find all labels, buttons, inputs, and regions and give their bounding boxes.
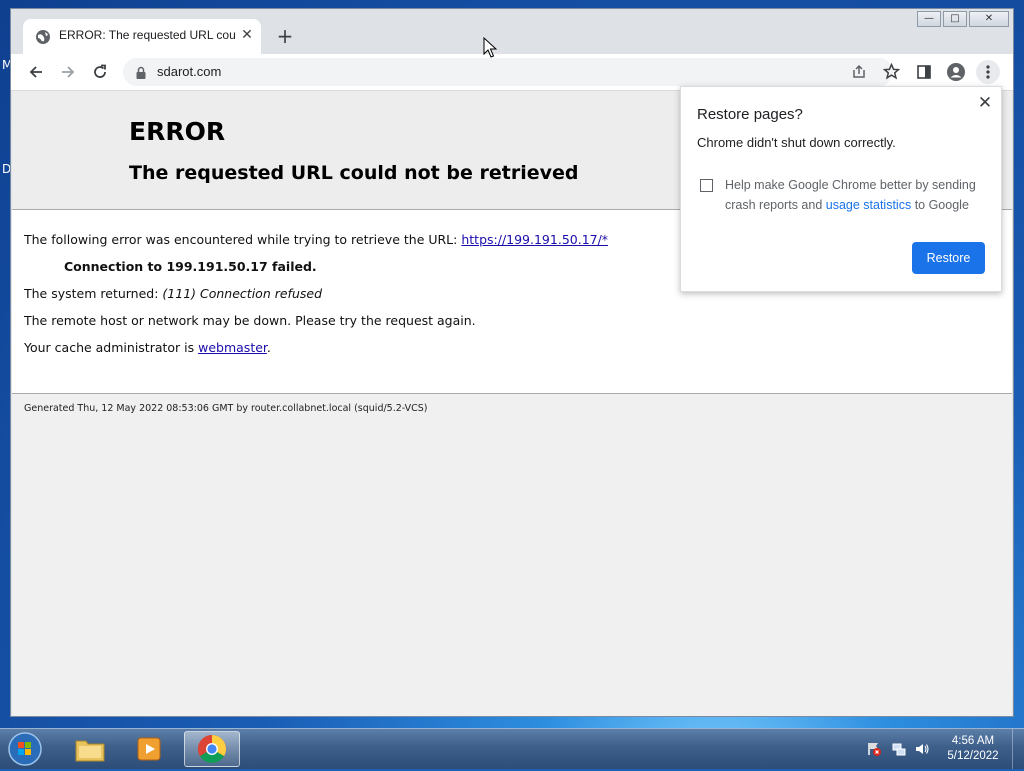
profile-button[interactable] [944, 60, 968, 84]
connection-failed-text: Connection to 199.191.50.17 failed. [64, 259, 317, 274]
dialog-message: Chrome didn't shut down correctly. [697, 135, 896, 150]
system-returned-value: (111) Connection refused [162, 286, 322, 301]
arrow-right-icon [62, 66, 75, 78]
reload-icon [94, 64, 106, 78]
cache-admin-line: Your cache administrator is webmaster. [24, 340, 271, 355]
cache-admin-prefix: Your cache administrator is [24, 340, 199, 355]
maximize-button[interactable]: □ [943, 11, 967, 27]
tab-close-icon[interactable]: ✕ [239, 27, 255, 43]
system-returned-label: The system returned: [24, 286, 163, 301]
chrome-icon [198, 735, 226, 763]
page-subtitle: The requested URL could not be retrieved [129, 162, 579, 184]
lock-icon[interactable] [135, 65, 147, 84]
show-desktop-button[interactable] [1012, 729, 1024, 769]
cache-admin-suffix: . [266, 340, 271, 355]
tab-title: ERROR: The requested URL could not be re… [59, 28, 235, 42]
network-icon[interactable] [891, 741, 907, 757]
taskbar-explorer[interactable] [62, 731, 118, 767]
crash-report-checkbox[interactable] [700, 179, 713, 192]
system-returned-line: The system returned: (111) Connection re… [24, 286, 322, 301]
clock-date: 5/12/2022 [947, 750, 999, 762]
tab-strip: ERROR: The requested URL could not be re… [11, 9, 1013, 55]
media-player-icon [137, 737, 161, 761]
minimize-button[interactable]: — [917, 11, 941, 27]
page-footer: Generated Thu, 12 May 2022 08:53:06 GMT … [24, 403, 428, 414]
help-text-2: to Google [911, 198, 969, 212]
back-button[interactable] [24, 60, 48, 84]
usage-statistics-link[interactable]: usage statistics [826, 198, 911, 212]
crash-report-label: Help make Google Chrome better by sendin… [725, 175, 985, 215]
windows-logo-icon [8, 732, 42, 766]
dialog-title: Restore pages? [697, 106, 803, 123]
star-icon[interactable] [882, 62, 901, 84]
menu-button[interactable] [976, 60, 1000, 84]
close-window-button[interactable]: ✕ [969, 11, 1009, 27]
folder-icon [75, 740, 105, 762]
restore-button[interactable]: Restore [912, 242, 985, 274]
url-text: sdarot.com [157, 64, 222, 79]
clock-time: 4:56 AM [951, 735, 995, 747]
error-url-link[interactable]: https://199.191.50.17/* [461, 232, 608, 247]
dialog-close-icon[interactable]: ✕ [975, 93, 995, 113]
forward-button[interactable] [56, 60, 80, 84]
volume-icon[interactable] [914, 741, 930, 757]
restore-pages-dialog: Restore pages? ✕ Chrome didn't shut down… [680, 86, 1002, 292]
side-panel-icon [917, 65, 931, 79]
page-title: ERROR [129, 117, 226, 146]
reload-button[interactable] [88, 60, 112, 84]
error-url-prefix: The following error was encountered whil… [24, 232, 462, 247]
side-panel-button[interactable] [912, 60, 936, 84]
tab-active[interactable]: ERROR: The requested URL could not be re… [23, 19, 261, 55]
minimize-icon: — [924, 13, 934, 24]
start-button[interactable] [6, 731, 44, 767]
share-icon[interactable] [851, 64, 867, 84]
kebab-menu-icon [986, 65, 990, 79]
globe-icon [35, 29, 51, 45]
avatar-icon [947, 63, 965, 81]
new-tab-button[interactable]: + [273, 25, 297, 49]
maximize-icon: □ [950, 13, 960, 24]
system-clock[interactable]: 4:56 AM 5/12/2022 [938, 734, 1008, 764]
taskbar-chrome[interactable] [184, 731, 240, 767]
taskbar: 4:56 AM 5/12/2022 [0, 728, 1024, 769]
close-icon: ✕ [984, 13, 994, 24]
arrow-left-icon [29, 66, 42, 78]
taskbar-media-player[interactable] [122, 731, 178, 767]
address-bar[interactable]: sdarot.com [123, 58, 901, 86]
remote-host-text: The remote host or network may be down. … [24, 313, 476, 328]
error-url-line: The following error was encountered whil… [24, 232, 608, 247]
action-center-icon[interactable] [866, 741, 882, 757]
webmaster-link[interactable]: webmaster [198, 340, 267, 355]
mouse-cursor-icon [483, 36, 498, 63]
